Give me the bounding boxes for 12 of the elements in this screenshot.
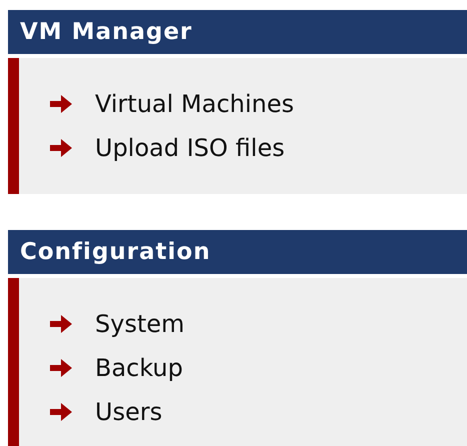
arrow-icon <box>49 314 73 334</box>
menu-link[interactable]: Backup <box>95 354 183 382</box>
section-header: VM Manager <box>8 10 467 54</box>
arrow-icon <box>49 402 73 422</box>
section-header: Configuration <box>8 230 467 274</box>
arrow-icon <box>49 94 73 114</box>
menu-link[interactable]: Users <box>95 398 162 426</box>
arrow-icon <box>49 358 73 378</box>
menu-link[interactable]: Upload ISO files <box>95 134 285 162</box>
arrow-icon <box>49 138 73 158</box>
menu-link[interactable]: System <box>95 310 184 338</box>
menu-link[interactable]: Virtual Machines <box>95 90 294 118</box>
